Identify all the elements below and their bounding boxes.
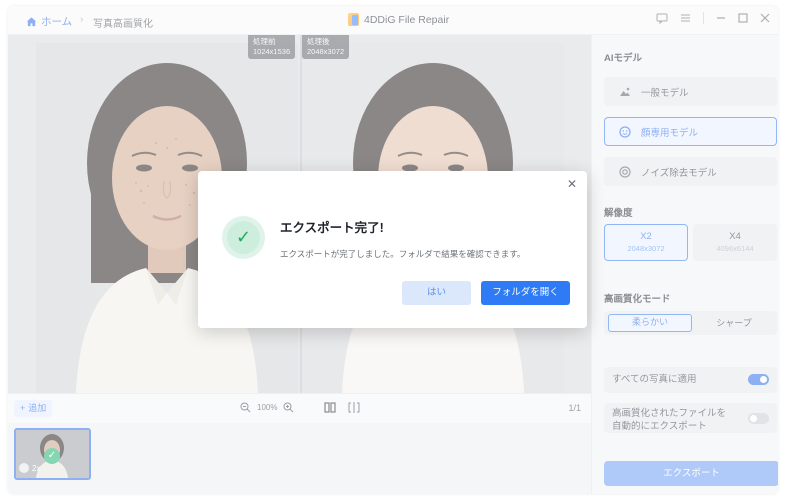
open-folder-button[interactable]: フォルダを開く: [481, 281, 570, 305]
dialog-message: エクスポートが完了しました。フォルダで結果を確認できます。: [280, 249, 526, 259]
dialog-title: エクスポート完了!: [280, 221, 384, 235]
yes-button[interactable]: はい: [402, 281, 471, 305]
close-icon[interactable]: ✕: [567, 177, 577, 191]
success-check-icon: ✓: [222, 216, 265, 259]
export-complete-dialog: ✕ ✓ エクスポート完了! エクスポートが完了しました。フォルダで結果を確認でき…: [198, 171, 587, 328]
